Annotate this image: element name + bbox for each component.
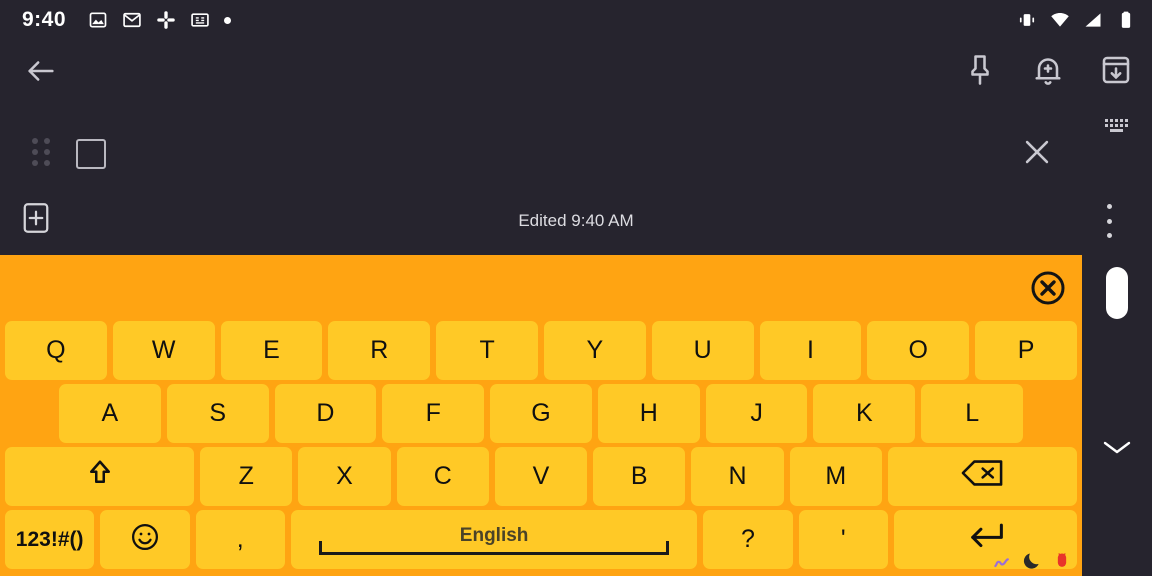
smiley-icon <box>130 522 160 557</box>
key-j[interactable]: J <box>705 384 808 443</box>
slack-icon <box>156 10 176 30</box>
key-q[interactable]: Q <box>5 321 107 380</box>
note-bottom-bar: Edited 9:40 AM <box>0 192 1152 250</box>
key-g[interactable]: G <box>490 384 592 443</box>
edited-timestamp: Edited 9:40 AM <box>518 211 634 230</box>
backspace-icon <box>960 459 1004 494</box>
checklist-item-row <box>0 122 1152 184</box>
keyboard-row-2: A S D F G H J K L <box>0 384 1082 443</box>
key-n[interactable]: N <box>691 447 784 506</box>
key-c[interactable]: C <box>396 447 489 506</box>
key-d[interactable]: D <box>274 384 377 443</box>
close-circle-icon[interactable] <box>1030 270 1066 306</box>
key-t[interactable]: T <box>436 321 538 380</box>
key-w[interactable]: W <box>112 321 215 380</box>
vibrate-icon <box>1017 10 1037 30</box>
key-h[interactable]: H <box>597 384 700 443</box>
key-shift[interactable] <box>5 447 195 506</box>
key-space[interactable]: English <box>290 510 698 569</box>
key-e[interactable]: E <box>220 321 323 380</box>
key-comma[interactable]: , <box>195 510 285 569</box>
key-s[interactable]: S <box>166 384 269 443</box>
cell-signal-icon <box>1083 10 1103 30</box>
key-v[interactable]: V <box>494 447 588 506</box>
battery-icon <box>1116 10 1136 30</box>
key-y[interactable]: Y <box>543 321 646 380</box>
key-emoji[interactable] <box>100 510 190 569</box>
shift-arrow-icon <box>85 458 115 495</box>
on-screen-keyboard: Q W E R T Y U I O P A S D F G H J K L Z … <box>0 255 1082 576</box>
google-news-icon <box>190 10 210 30</box>
close-icon[interactable] <box>1020 135 1054 169</box>
key-x[interactable]: X <box>298 447 391 506</box>
key-m[interactable]: M <box>789 447 882 506</box>
key-r[interactable]: R <box>328 321 431 380</box>
app-bar <box>0 40 1152 102</box>
key-b[interactable]: B <box>593 447 686 506</box>
status-system-icons <box>1017 0 1136 40</box>
key-i[interactable]: I <box>759 321 862 380</box>
right-rail <box>1082 255 1152 576</box>
back-arrow-icon[interactable] <box>24 54 58 88</box>
scrollbar-thumb[interactable] <box>1106 267 1128 319</box>
status-bar: 9:40 <box>0 0 1152 40</box>
key-p[interactable]: P <box>975 321 1077 380</box>
checkbox-unchecked-icon[interactable] <box>76 139 106 169</box>
gmail-icon <box>122 10 142 30</box>
status-clock: 9:40 <box>22 8 67 31</box>
key-z[interactable]: Z <box>200 447 293 506</box>
pin-icon[interactable] <box>962 52 998 88</box>
moon-icon[interactable] <box>1022 551 1042 571</box>
key-question[interactable]: ? <box>703 510 793 569</box>
app-bar-actions <box>962 52 1134 88</box>
key-l[interactable]: L <box>921 384 1024 443</box>
keyboard-icon[interactable] <box>1104 118 1132 136</box>
keyboard-row-4: 123!#() , English ? ' <box>0 510 1082 569</box>
keyboard-row-3: Z X C V B N M <box>0 447 1082 506</box>
archive-icon[interactable] <box>1098 52 1134 88</box>
keyboard-footer-icons <box>992 548 1072 574</box>
status-notification-icons <box>88 10 232 30</box>
key-o[interactable]: O <box>867 321 970 380</box>
wifi-icon <box>1050 10 1070 30</box>
more-vertical-icon[interactable] <box>1106 204 1112 238</box>
space-underline <box>318 541 670 555</box>
chevron-down-icon[interactable] <box>1099 435 1135 459</box>
key-k[interactable]: K <box>813 384 916 443</box>
suggestion-strip[interactable] <box>0 255 1082 321</box>
bug-icon[interactable] <box>1052 551 1072 571</box>
screen-root: 9:40 Edited 9:40 AM Q W E R T Y U I O P … <box>0 0 1152 576</box>
key-symbols[interactable]: 123!#() <box>5 510 95 569</box>
dot-icon <box>224 16 232 24</box>
key-apostrophe[interactable]: ' <box>798 510 888 569</box>
drag-handle-icon[interactable] <box>32 138 56 168</box>
worm-icon[interactable] <box>992 551 1012 571</box>
keyboard-row-1: Q W E R T Y U I O P <box>0 321 1082 380</box>
key-f[interactable]: F <box>382 384 485 443</box>
key-u[interactable]: U <box>651 321 754 380</box>
reminder-bell-icon[interactable] <box>1030 52 1066 88</box>
key-a[interactable]: A <box>59 384 161 443</box>
key-backspace[interactable] <box>887 447 1077 506</box>
photos-icon <box>88 10 108 30</box>
